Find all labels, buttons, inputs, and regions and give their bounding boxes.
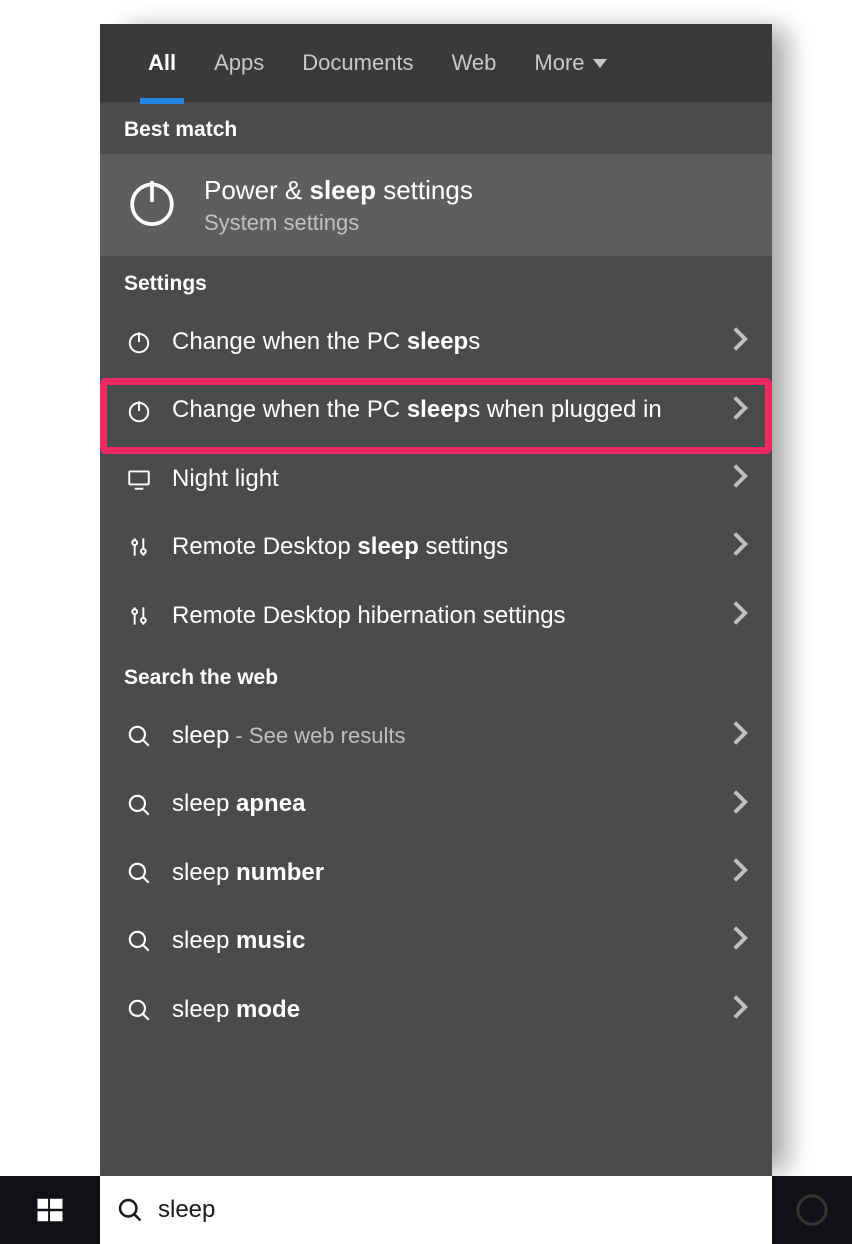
best-title-suffix: settings [376,175,473,205]
search-icon [116,1196,144,1224]
windows-logo-icon [35,1195,65,1225]
start-button[interactable] [0,1176,100,1244]
result-label: sleep - See web results [172,720,714,752]
web-result-3[interactable]: sleep music [100,907,772,975]
sliders-icon [124,603,154,629]
best-match-text: Power & sleep settings System settings [204,175,473,236]
power-icon [124,174,180,236]
chevron-right-icon [732,326,748,358]
chevron-right-icon [732,925,748,957]
result-label: sleep apnea [172,788,714,820]
search-icon [124,723,154,749]
sliders-icon [124,534,154,560]
best-title-bold: sleep [310,175,377,205]
result-label: sleep music [172,925,714,957]
settings-result-3[interactable]: Remote Desktop sleep settings [100,513,772,581]
settings-result-0[interactable]: Change when the PC sleeps [100,308,772,376]
web-result-0[interactable]: sleep - See web results [100,702,772,770]
settings-result-2[interactable]: Night light [100,445,772,513]
web-result-4[interactable]: sleep mode [100,976,772,1044]
chevron-right-icon [732,463,748,495]
result-label: Change when the PC sleeps [172,326,714,358]
result-label: sleep number [172,857,714,889]
search-icon [124,860,154,886]
tab-all[interactable]: All [148,24,176,102]
result-label: Remote Desktop sleep settings [172,531,714,563]
chevron-right-icon [732,857,748,889]
search-tabs: All Apps Documents Web More [100,24,772,102]
heading-best-match: Best match [100,102,772,154]
web-result-2[interactable]: sleep number [100,839,772,907]
settings-result-4[interactable]: Remote Desktop hibernation settings [100,582,772,650]
web-result-1[interactable]: sleep apnea [100,770,772,838]
result-label: sleep mode [172,994,714,1026]
taskbar [0,1176,852,1244]
search-icon [124,997,154,1023]
chevron-right-icon [732,720,748,752]
search-icon [124,928,154,954]
tab-more-label: More [534,50,584,76]
web-results: sleep - See web results sleep apnea sleep … [100,702,772,1044]
best-match-subtitle: System settings [204,210,473,236]
chevron-right-icon [732,600,748,632]
tab-web[interactable]: Web [452,24,497,102]
chevron-down-icon [593,59,607,68]
chevron-right-icon [732,994,748,1026]
power-icon [124,329,154,355]
heading-settings: Settings [100,256,772,308]
start-search-panel: All Apps Documents Web More Best match P… [100,24,772,1176]
search-icon [124,792,154,818]
tab-documents[interactable]: Documents [302,24,413,102]
settings-results: Change when the PC sleeps Change when the… [100,308,772,650]
result-label: Night light [172,463,714,495]
chevron-right-icon [732,789,748,821]
tab-more[interactable]: More [534,24,606,102]
chevron-right-icon [732,395,748,427]
search-input[interactable] [158,1196,756,1224]
settings-result-1[interactable]: Change when the PC sleeps when plugged i… [100,376,772,444]
best-title-prefix: Power & [204,175,310,205]
cortana-icon [795,1193,829,1227]
tab-apps[interactable]: Apps [214,24,264,102]
taskbar-search[interactable] [100,1176,772,1244]
result-label: Change when the PC sleeps when plugged i… [172,394,714,426]
result-label: Remote Desktop hibernation settings [172,600,714,632]
heading-search-web: Search the web [100,650,772,702]
result-best-match[interactable]: Power & sleep settings System settings [100,154,772,256]
power-icon [124,398,154,424]
cortana-button[interactable] [772,1176,852,1244]
monitor-icon [124,466,154,492]
chevron-right-icon [732,531,748,563]
